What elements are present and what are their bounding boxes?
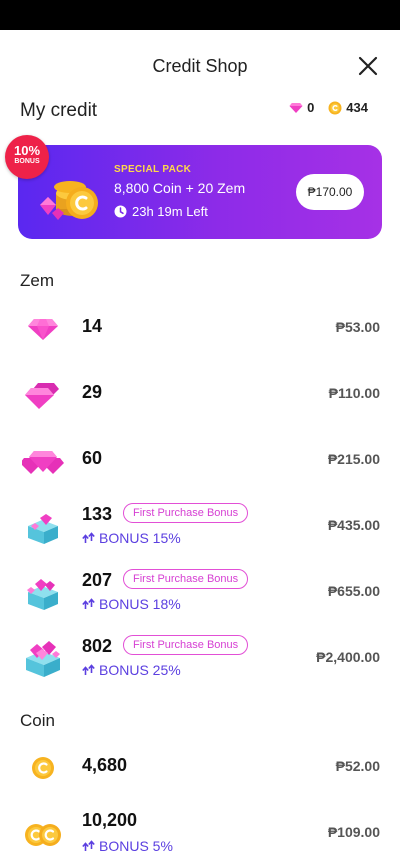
zem-item-60[interactable]: 60 ₱215.00 xyxy=(0,431,400,487)
special-pack-buy-button[interactable]: ₱170.00 xyxy=(296,174,364,210)
bonus-line: BONUS 25% xyxy=(82,662,181,678)
zem-price: ₱655.00 xyxy=(327,583,380,599)
zem-item-802[interactable]: 802 First Purchase Bonus BONUS 25% ₱2,40… xyxy=(0,630,400,686)
zem-item-29[interactable]: 29 ₱110.00 xyxy=(0,365,400,421)
header: Credit Shop xyxy=(0,30,400,102)
zem-price: ₱435.00 xyxy=(327,517,380,533)
bonus-arrows-icon xyxy=(82,664,95,675)
gem-cluster-icon xyxy=(22,451,64,474)
bonus-line: BONUS 18% xyxy=(82,596,181,612)
special-pack-timer-text: 23h 19m Left xyxy=(132,204,208,219)
zem-balance: 0 xyxy=(307,100,315,115)
zem-price: ₱53.00 xyxy=(335,319,380,335)
bonus-arrows-icon xyxy=(82,532,95,543)
coin-price: ₱52.00 xyxy=(335,758,380,774)
first-purchase-bonus-badge: First Purchase Bonus xyxy=(123,569,249,589)
zem-item-14[interactable]: 14 ₱53.00 xyxy=(0,300,400,356)
special-pack-timer: 23h 19m Left xyxy=(114,204,208,219)
gem-box-large-icon xyxy=(26,641,60,677)
zem-amount: 14 xyxy=(82,316,103,336)
my-credit-row: My credit 0 434 xyxy=(20,96,380,126)
zem-price: ₱2,400.00 xyxy=(316,649,380,665)
coin-item-4680[interactable]: 4,680 ₱52.00 xyxy=(0,738,400,794)
zem-section-title: Zem xyxy=(20,271,54,290)
bonus-arrows-icon xyxy=(82,598,95,609)
zem-amount: 802 xyxy=(82,636,113,656)
special-pack-kicker: SPECIAL PACK xyxy=(114,164,192,175)
coin-section-title: Coin xyxy=(20,711,55,730)
first-purchase-bonus-badge: First Purchase Bonus xyxy=(123,503,249,523)
bonus-percent: BONUS 25% xyxy=(99,662,181,678)
zem-item-207[interactable]: 207 First Purchase Bonus BONUS 18% ₱655.… xyxy=(0,564,400,620)
balances: 0 434 xyxy=(289,100,368,115)
zem-icon xyxy=(289,102,303,113)
bonus-line: BONUS 15% xyxy=(82,530,181,546)
zem-item-133[interactable]: 133 First Purchase Bonus BONUS 15% ₱435.… xyxy=(0,498,400,554)
bonus-arrows-icon xyxy=(82,840,95,851)
special-pack-title: 8,800 Coin + 20 Zem xyxy=(114,180,246,196)
zem-price: ₱215.00 xyxy=(327,451,380,467)
coin-double-icon xyxy=(25,824,61,846)
coin-amount: 10,200 xyxy=(82,810,138,830)
zem-amount: 29 xyxy=(82,382,103,402)
bonus-percent: BONUS 18% xyxy=(99,596,181,612)
page-title: Credit Shop xyxy=(152,56,248,76)
zem-amount: 133 xyxy=(82,504,113,524)
gem-box-small-icon xyxy=(28,514,58,544)
zem-amount: 207 xyxy=(82,570,113,590)
special-pack-card[interactable]: SPECIAL PACK 8,800 Coin + 20 Zem 23h 19m… xyxy=(18,145,382,239)
zem-price: ₱110.00 xyxy=(328,385,380,401)
coin-single-icon xyxy=(32,757,54,779)
coin-amount: 4,680 xyxy=(82,755,128,775)
coin-item-10200[interactable]: 10,200 BONUS 5% ₱109.00 xyxy=(0,804,400,860)
my-credit-label: My credit xyxy=(20,100,98,121)
first-purchase-bonus-badge: First Purchase Bonus xyxy=(123,635,249,655)
coin-price: ₱109.00 xyxy=(327,824,380,840)
zem-amount: 60 xyxy=(82,448,103,468)
bonus-line: BONUS 5% xyxy=(82,838,173,854)
status-bar xyxy=(0,0,400,30)
close-icon[interactable] xyxy=(356,54,380,78)
clock-icon xyxy=(114,205,127,218)
coin-balance: 434 xyxy=(346,100,368,115)
bonus-badge: 10% BONUS xyxy=(5,135,49,179)
gem-pair-icon xyxy=(25,383,59,409)
bonus-percent: BONUS 15% xyxy=(99,530,181,546)
gem-box-medium-icon xyxy=(27,579,58,610)
bonus-badge-text: BONUS xyxy=(14,158,40,165)
coins-and-gems-icon xyxy=(40,181,98,220)
bonus-percent: BONUS 5% xyxy=(99,838,173,854)
gem-small-icon xyxy=(28,319,58,340)
coin-icon xyxy=(328,101,342,114)
bonus-badge-percent: 10% xyxy=(13,143,41,158)
